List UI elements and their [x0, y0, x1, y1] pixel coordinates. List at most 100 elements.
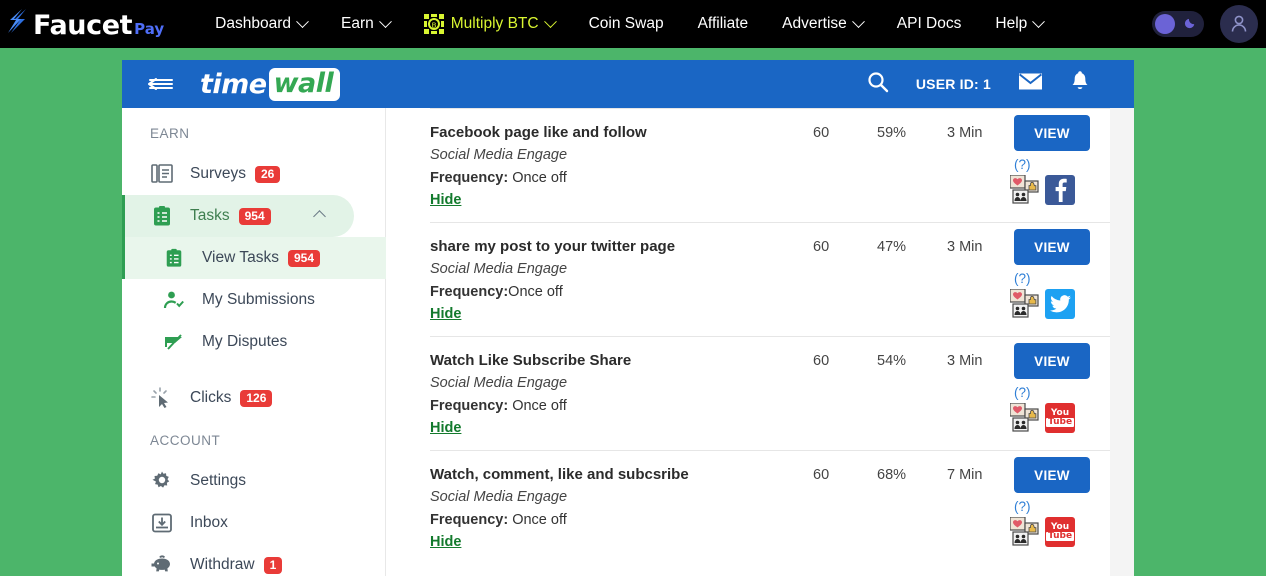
collapse-sidebar-icon[interactable]: [148, 75, 174, 93]
sidebar: EARN Surveys 26 Tasks 954 View Tasks 954…: [122, 108, 386, 576]
help-link[interactable]: (?): [1014, 271, 1031, 286]
clicks-icon: [150, 386, 174, 410]
nav-label: API Docs: [896, 15, 962, 32]
nav-item-api-docs[interactable]: API Docs: [880, 0, 979, 48]
nav-item-affiliate[interactable]: Affiliate: [681, 0, 766, 48]
nav-item-dashboard[interactable]: Dashboard: [198, 0, 324, 48]
svg-text:B: B: [431, 22, 436, 30]
chevron-down-icon: [543, 14, 557, 28]
nav-label: Coin Swap: [588, 15, 664, 32]
surveys-icon: [150, 162, 174, 186]
nav-items: Dashboard Earn B Multiply BTC Coin Swap …: [198, 0, 1060, 48]
task-points: 60: [813, 353, 830, 369]
chevron-up-icon[interactable]: [313, 209, 326, 223]
sidebar-item-my-disputes[interactable]: My Disputes: [122, 321, 385, 363]
dark-mode-toggle[interactable]: [1152, 11, 1204, 37]
sidebar-item-inbox[interactable]: Inbox: [122, 502, 385, 544]
inbox-icon: [150, 511, 174, 535]
table-row[interactable]: Watch, comment, like and subcsribe Socia…: [430, 450, 1134, 564]
nav-label: Help: [995, 15, 1028, 32]
person-icon: [1231, 15, 1247, 32]
nav-item-coin-swap[interactable]: Coin Swap: [572, 0, 681, 48]
bell-icon[interactable]: [1070, 70, 1090, 98]
task-rate: 68%: [877, 467, 907, 483]
youtube-tube-text: Tube: [1045, 531, 1075, 541]
youtube-icon: You Tube: [1045, 517, 1075, 547]
view-button[interactable]: VIEW: [1014, 115, 1090, 151]
hide-link[interactable]: Hide: [430, 192, 461, 208]
logo-wall-box: wall: [268, 67, 341, 101]
view-button[interactable]: VIEW: [1014, 229, 1090, 265]
hide-link[interactable]: Hide: [430, 534, 461, 550]
sidebar-item-label: My Disputes: [202, 333, 288, 350]
task-rate: 59%: [877, 125, 907, 141]
task-duration: 3 Min: [947, 125, 983, 141]
task-points: 60: [813, 467, 830, 483]
sidebar-item-tasks[interactable]: Tasks 954: [122, 195, 354, 237]
hide-link[interactable]: Hide: [430, 420, 461, 436]
search-icon[interactable]: [867, 71, 889, 98]
sidebar-item-label: Inbox: [190, 514, 228, 531]
sidebar-item-settings[interactable]: Settings: [122, 460, 385, 502]
top-navbar: Faucet Pay Dashboard Earn B Multiply BTC…: [0, 0, 1266, 48]
task-points: 60: [813, 239, 830, 255]
chevron-down-icon: [851, 14, 865, 28]
sidebar-item-clicks[interactable]: Clicks 126: [122, 377, 385, 419]
sidebar-section-account: ACCOUNT: [150, 433, 221, 448]
table-row[interactable]: Watch Like Subscribe Share Social Media …: [430, 336, 1134, 450]
chevron-down-icon: [296, 14, 309, 28]
help-link[interactable]: (?): [1014, 385, 1031, 400]
timewall-logo[interactable]: time wall: [200, 67, 341, 101]
sidebar-item-label: Tasks: [190, 207, 230, 224]
view-button[interactable]: VIEW: [1014, 457, 1090, 493]
sidebar-item-label: Withdraw: [190, 556, 255, 573]
piggy-bank-icon: [150, 553, 174, 576]
table-row[interactable]: share my post to your twitter page Socia…: [430, 222, 1134, 336]
sidebar-item-label: Settings: [190, 472, 247, 489]
sidebar-item-my-submissions[interactable]: My Submissions: [122, 279, 385, 321]
sidebar-item-view-tasks[interactable]: View Tasks 954: [122, 237, 386, 279]
table-row[interactable]: Facebook page like and follow Social Med…: [430, 108, 1134, 222]
envelope-icon[interactable]: [1018, 72, 1043, 96]
user-id-label[interactable]: USER ID: 1: [916, 76, 991, 92]
app-header-actions: USER ID: 1: [867, 60, 1090, 108]
status-badge: 26: [255, 165, 281, 183]
nav-label: Earn: [341, 15, 374, 32]
sidebar-item-surveys[interactable]: Surveys 26: [122, 153, 385, 195]
nav-item-help[interactable]: Help: [978, 0, 1060, 48]
help-link[interactable]: (?): [1014, 499, 1031, 514]
youtube-tube-text: Tube: [1045, 417, 1075, 427]
nav-label: Advertise: [782, 15, 847, 32]
toggle-knob: [1155, 14, 1175, 34]
task-icons: [1009, 174, 1075, 205]
app-body: EARN Surveys 26 Tasks 954 View Tasks 954…: [122, 108, 1134, 576]
status-badge: 126: [240, 389, 273, 407]
facebook-icon: [1045, 175, 1075, 205]
youtube-icon: You Tube: [1045, 403, 1075, 433]
nav-item-earn[interactable]: Earn: [324, 0, 407, 48]
view-button[interactable]: VIEW: [1014, 343, 1090, 379]
timewall-app: time wall USER ID: 1 EARN Surveys 26 Tas…: [122, 60, 1134, 576]
social-media-engage-icon: [1009, 516, 1042, 547]
task-points: 60: [813, 125, 830, 141]
app-header: time wall USER ID: 1: [122, 60, 1134, 108]
vertical-scrollbar[interactable]: [1110, 108, 1134, 576]
nav-item-advertise[interactable]: Advertise: [765, 0, 880, 48]
nav-item-multiply-btc[interactable]: B Multiply BTC: [407, 0, 572, 48]
social-media-engage-icon: [1009, 288, 1042, 319]
user-avatar[interactable]: [1220, 5, 1258, 43]
task-frequency-label: Frequency:: [430, 512, 509, 528]
view-tasks-icon: [162, 246, 186, 270]
task-frequency-value: Once off: [508, 170, 567, 186]
sidebar-item-withdraw[interactable]: Withdraw 1: [122, 544, 385, 576]
help-link[interactable]: (?): [1014, 157, 1031, 172]
task-rate: 54%: [877, 353, 907, 369]
sidebar-item-label: View Tasks: [202, 249, 279, 266]
hide-link[interactable]: Hide: [430, 306, 461, 322]
nav-label: Dashboard: [215, 15, 291, 32]
task-icons: [1009, 288, 1075, 319]
faucetpay-logo[interactable]: Faucet Pay: [0, 8, 164, 41]
task-icons: You Tube: [1009, 516, 1075, 547]
